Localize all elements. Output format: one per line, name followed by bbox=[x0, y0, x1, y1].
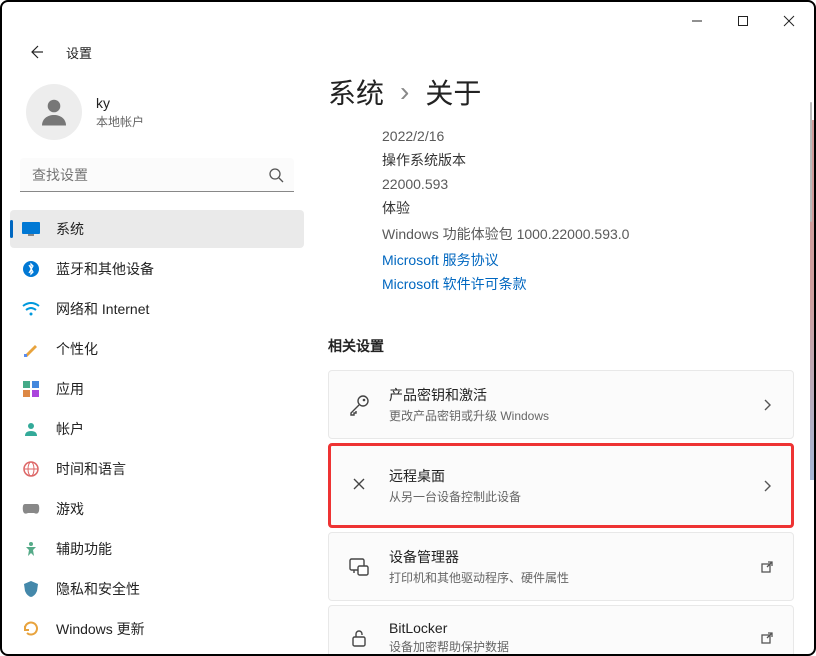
accessibility-icon bbox=[22, 540, 40, 558]
external-link-icon bbox=[759, 559, 775, 575]
avatar bbox=[26, 84, 82, 140]
sidebar-item-system[interactable]: 系统 bbox=[10, 210, 304, 248]
info-os-build-value: 22000.593 bbox=[382, 176, 794, 192]
sidebar-item-privacy[interactable]: 隐私和安全性 bbox=[10, 570, 304, 608]
sidebar-item-label: Windows 更新 bbox=[56, 619, 145, 639]
sidebar-item-personalization[interactable]: 个性化 bbox=[10, 330, 304, 368]
lock-icon bbox=[347, 626, 371, 650]
update-icon bbox=[22, 620, 40, 638]
card-activation[interactable]: 产品密钥和激活 更改产品密钥或升级 Windows bbox=[328, 370, 794, 439]
sidebar-item-label: 蓝牙和其他设备 bbox=[56, 259, 154, 279]
nav-list: 系统 蓝牙和其他设备 网络和 Internet 个性化 bbox=[2, 210, 312, 650]
card-subtitle: 设备加密帮助保护数据 bbox=[389, 638, 741, 654]
shield-icon bbox=[22, 580, 40, 598]
sidebar-item-apps[interactable]: 应用 bbox=[10, 370, 304, 408]
key-icon bbox=[347, 393, 371, 417]
sidebar-item-label: 辅助功能 bbox=[56, 539, 112, 559]
sidebar-item-accessibility[interactable]: 辅助功能 bbox=[10, 530, 304, 568]
card-device-manager[interactable]: 设备管理器 打印机和其他驱动程序、硬件属性 bbox=[328, 532, 794, 601]
globe-icon bbox=[22, 460, 40, 478]
card-title: 产品密钥和激活 bbox=[389, 385, 741, 405]
card-remote-desktop[interactable]: 远程桌面 从另一台设备控制此设备 bbox=[328, 443, 794, 528]
sidebar-item-gaming[interactable]: 游戏 bbox=[10, 490, 304, 528]
breadcrumb-current: 关于 bbox=[425, 72, 481, 112]
sidebar-item-network[interactable]: 网络和 Internet bbox=[10, 290, 304, 328]
card-subtitle: 打印机和其他驱动程序、硬件属性 bbox=[389, 569, 741, 586]
card-bitlocker[interactable]: BitLocker 设备加密帮助保护数据 bbox=[328, 605, 794, 654]
person-icon bbox=[22, 420, 40, 438]
search-wrap bbox=[20, 158, 294, 192]
info-experience-label: 体验 bbox=[382, 198, 794, 218]
breadcrumb-separator: › bbox=[400, 76, 409, 108]
card-subtitle: 从另一台设备控制此设备 bbox=[389, 488, 741, 505]
bluetooth-icon bbox=[22, 260, 40, 278]
card-title: BitLocker bbox=[389, 620, 741, 636]
card-subtitle: 更改产品密钥或升级 Windows bbox=[389, 407, 741, 424]
system-icon bbox=[22, 220, 40, 238]
back-button[interactable] bbox=[24, 40, 48, 64]
device-manager-icon bbox=[347, 555, 371, 579]
sidebar-item-label: 个性化 bbox=[56, 339, 98, 359]
chevron-right-icon bbox=[759, 478, 775, 494]
app-title: 设置 bbox=[66, 43, 92, 62]
sidebar-item-label: 帐户 bbox=[56, 419, 84, 439]
info-date: 2022/2/16 bbox=[382, 128, 794, 144]
apps-icon bbox=[22, 380, 40, 398]
gamepad-icon bbox=[22, 500, 40, 518]
titlebar bbox=[2, 2, 814, 40]
close-button[interactable] bbox=[766, 5, 812, 37]
card-title: 设备管理器 bbox=[389, 547, 741, 567]
chevron-right-icon bbox=[759, 397, 775, 413]
breadcrumb-parent[interactable]: 系统 bbox=[328, 72, 384, 112]
info-os-build-label: 操作系统版本 bbox=[382, 150, 794, 170]
remote-desktop-icon bbox=[347, 474, 371, 498]
search-input[interactable] bbox=[20, 158, 294, 192]
link-license-terms[interactable]: Microsoft 软件许可条款 bbox=[382, 274, 794, 294]
related-settings-title: 相关设置 bbox=[328, 336, 794, 356]
sidebar-item-windows-update[interactable]: Windows 更新 bbox=[10, 610, 304, 648]
header-row: 设置 bbox=[2, 40, 814, 64]
scrollbar[interactable] bbox=[810, 102, 812, 222]
sidebar-item-label: 隐私和安全性 bbox=[56, 579, 140, 599]
breadcrumb: 系统 › 关于 bbox=[328, 72, 794, 112]
sidebar: ky 本地帐户 系统 蓝牙和其他设备 bbox=[2, 64, 312, 654]
minimize-button[interactable] bbox=[674, 5, 720, 37]
system-info: 2022/2/16 操作系统版本 22000.593 体验 Windows 功能… bbox=[328, 124, 794, 318]
user-account-type: 本地帐户 bbox=[96, 113, 144, 130]
sidebar-item-accounts[interactable]: 帐户 bbox=[10, 410, 304, 448]
card-title: 远程桌面 bbox=[389, 466, 741, 486]
sidebar-item-label: 系统 bbox=[56, 219, 84, 239]
wifi-icon bbox=[22, 300, 40, 318]
user-profile[interactable]: ky 本地帐户 bbox=[2, 76, 312, 158]
sidebar-item-label: 时间和语言 bbox=[56, 459, 126, 479]
sidebar-item-time-language[interactable]: 时间和语言 bbox=[10, 450, 304, 488]
maximize-button[interactable] bbox=[720, 5, 766, 37]
external-link-icon bbox=[759, 630, 775, 646]
sidebar-item-bluetooth[interactable]: 蓝牙和其他设备 bbox=[10, 250, 304, 288]
user-name: ky bbox=[96, 95, 144, 111]
main-content: 系统 › 关于 2022/2/16 操作系统版本 22000.593 体验 Wi… bbox=[312, 64, 814, 654]
sidebar-item-label: 应用 bbox=[56, 379, 84, 399]
info-experience-value: Windows 功能体验包 1000.22000.593.0 bbox=[382, 224, 794, 244]
sidebar-item-label: 网络和 Internet bbox=[56, 299, 149, 319]
brush-icon bbox=[22, 340, 40, 358]
link-service-agreement[interactable]: Microsoft 服务协议 bbox=[382, 250, 794, 270]
sidebar-item-label: 游戏 bbox=[56, 499, 84, 519]
